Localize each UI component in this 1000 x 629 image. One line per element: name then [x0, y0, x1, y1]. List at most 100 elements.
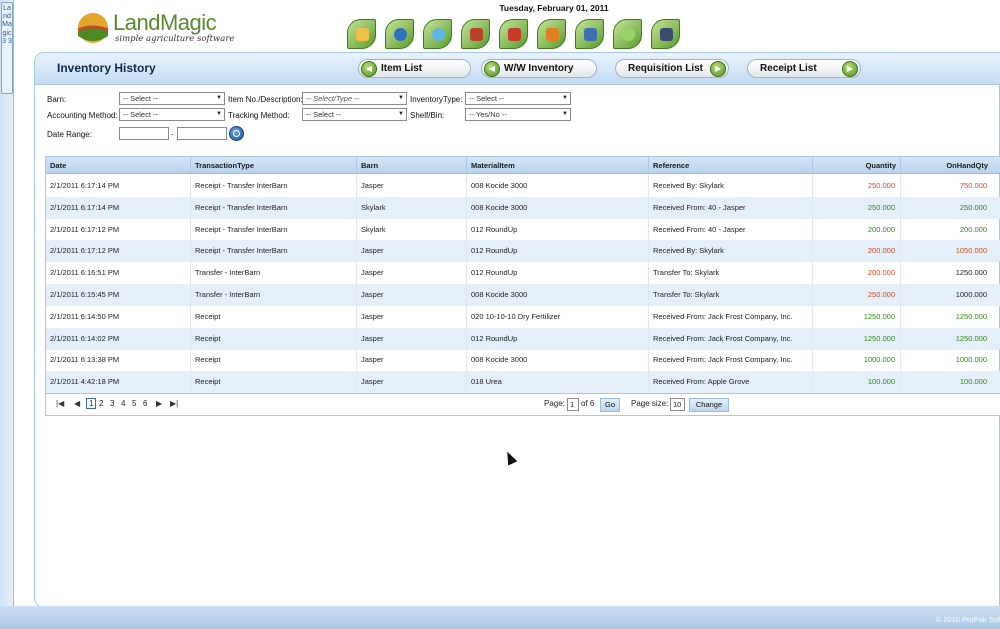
cell-reference: Received By: Skylark [648, 175, 812, 197]
cell-onhand-qty: 1250.000 [900, 327, 992, 350]
cell-barn: Skylark [356, 196, 466, 219]
page-link-5[interactable]: 5 [132, 399, 136, 408]
search-icon[interactable] [229, 126, 244, 141]
cell-reference: Transfer To: Skylark [648, 284, 812, 306]
next-page-icon[interactable]: ▶ [156, 399, 162, 408]
page-link-6[interactable]: 6 [143, 399, 147, 408]
cell-transaction-type: Transfer - InterBarn [190, 284, 356, 306]
cell-material-item: 012 RoundUp [466, 327, 648, 350]
leaf-icon[interactable] [613, 19, 642, 49]
barn-label: Barn: [47, 95, 67, 104]
inventory-type-select[interactable]: -- Select -- ▼ [465, 92, 571, 105]
last-page-icon[interactable]: ▶| [170, 399, 178, 408]
cell-date: 2/1/2011 6:15:45 PM [50, 290, 120, 299]
cell-onhand-qty: 750.000 [900, 175, 992, 197]
table-row[interactable]: 2/1/2011 6:14:02 PM Receipt Jasper 012 Roun… [46, 327, 1000, 350]
header: Tuesday, February 01, 2011 LandMagic sim… [14, 0, 1000, 54]
cell-transaction-type: Receipt [190, 327, 356, 350]
cell-onhand-qty: 250.000 [900, 196, 992, 219]
cell-quantity: 250.000 [812, 175, 900, 197]
panel-header: Inventory History ◀ Item List ◀ W/W Inve… [35, 53, 1000, 85]
inventory-type-label: InventoryType: [410, 95, 463, 104]
change-button[interactable]: Change [689, 398, 729, 412]
cell-date: 2/1/2011 6:16:51 PM [50, 268, 120, 278]
field-icon[interactable] [575, 19, 604, 49]
first-page-icon[interactable]: |◀ [56, 399, 64, 408]
cell-transaction-type: Transfer - InterBarn [190, 262, 356, 285]
table-row[interactable]: 2/1/2011 6:14:50 PM Receipt Jasper 020 10-1… [46, 305, 1000, 328]
cell-quantity: 250.000 [812, 196, 900, 219]
page-number-input[interactable]: 1 [567, 398, 579, 411]
cell-onhand-qty: 1250.000 [900, 262, 992, 285]
cell-barn: Jasper [356, 284, 466, 306]
item-list-button[interactable]: ◀ Item List [358, 59, 471, 78]
date-to-input[interactable] [177, 127, 227, 140]
cell-onhand-qty: 200.000 [900, 218, 992, 241]
item-combobox[interactable]: -- Select/Type -- ▼ [302, 92, 407, 105]
column-header-barn[interactable]: Barn [356, 157, 466, 174]
prev-page-icon[interactable]: ◀ [74, 399, 80, 408]
cell-quantity: 200.000 [812, 262, 900, 285]
water-drop-icon[interactable] [423, 19, 452, 49]
page-title: Inventory History [57, 61, 156, 75]
fruit-icon[interactable] [537, 19, 566, 49]
logo-sun-icon [77, 13, 109, 43]
table-row[interactable]: 2/1/2011 6:17:12 PM Receipt - Transfer In… [46, 218, 1000, 241]
brand-tagline: simple agriculture software [115, 34, 235, 44]
chevron-down-icon: ▼ [216, 95, 222, 101]
cell-quantity: 1000.000 [812, 349, 900, 372]
column-header-quantity[interactable]: Quantity [812, 157, 900, 174]
vegetable-icon[interactable] [347, 19, 376, 49]
barn-icon[interactable] [461, 19, 490, 49]
computer-icon[interactable] [651, 19, 680, 49]
cell-transaction-type: Receipt - Transfer InterBarn [190, 240, 356, 263]
column-header-onhand-qty[interactable]: OnHandQty [900, 157, 992, 174]
page-link-2[interactable]: 2 [99, 399, 103, 408]
cell-transaction-type: Receipt - Transfer InterBarn [190, 218, 356, 241]
page-link-4[interactable]: 4 [121, 399, 125, 408]
cell-barn: Jasper [356, 349, 466, 372]
table-row[interactable]: 2/1/2011 6:17:12 PM Receipt - Transfer In… [46, 240, 1000, 263]
cell-reference: Received By: Skylark [648, 240, 812, 263]
table-row[interactable]: 2/1/2011 4:42:18 PM Receipt Jasper 018 Urea… [46, 371, 1000, 394]
date-separator: - [171, 130, 174, 139]
go-button[interactable]: Go [600, 398, 620, 412]
barn-select[interactable]: -- Select -- ▼ [119, 92, 225, 105]
tracking-method-select[interactable]: -- Select -- ▼ [302, 108, 407, 121]
table-row[interactable]: 2/1/2011 6:17:14 PM Receipt - Transfer In… [46, 196, 1000, 219]
requisition-list-button[interactable]: Requisition List ▶ [615, 59, 729, 78]
arrow-left-icon: ◀ [361, 60, 377, 77]
cell-transaction-type: Receipt [190, 305, 356, 328]
column-header-material-item[interactable]: MaterialItem [466, 157, 648, 174]
column-header-reference[interactable]: Reference [648, 157, 812, 174]
cell-transaction-type: Receipt - Transfer InterBarn [190, 175, 356, 197]
page-link-1[interactable]: 1 [86, 398, 97, 409]
side-strip: LandMagic 3 3 [0, 0, 14, 629]
cell-date: 2/1/2011 6:17:12 PM [50, 224, 120, 234]
cell-quantity: 250.000 [812, 284, 900, 306]
cell-reference: Received From: Jack Frost Company, Inc. [648, 305, 812, 328]
receipt-list-button[interactable]: Receipt List ▶ [747, 59, 861, 78]
table-row[interactable]: 2/1/2011 6:17:14 PM Receipt - Transfer In… [46, 175, 1000, 197]
landmagic-logo[interactable]: LandMagic simple agriculture software [77, 9, 237, 47]
date-from-input[interactable] [119, 127, 169, 140]
side-tab-landmagic[interactable]: LandMagic 3 3 [1, 2, 13, 94]
shelf-bin-select[interactable]: -- Yes/No -- ▼ [465, 108, 571, 121]
chevron-down-icon: ▼ [562, 111, 568, 117]
accounting-method-select[interactable]: -- Select -- ▼ [119, 108, 225, 121]
ww-inventory-button[interactable]: ◀ W/W Inventory [481, 59, 597, 78]
farm-icon[interactable] [499, 19, 528, 49]
cell-material-item: 012 RoundUp [466, 218, 648, 241]
cell-onhand-qty: 1000.000 [900, 284, 992, 306]
page-size-input[interactable]: 10 [670, 398, 685, 411]
inventory-history-grid: Date TransactionType Barn MaterialItem R… [45, 156, 1000, 416]
table-row[interactable]: 2/1/2011 6:13:38 PM Receipt Jasper 008 Koci… [46, 349, 1000, 372]
globe-icon[interactable] [385, 19, 414, 49]
page-link-3[interactable]: 3 [110, 399, 114, 408]
page-count: of 6 [581, 399, 595, 408]
column-header-date[interactable]: Date [46, 157, 190, 174]
table-row[interactable]: 2/1/2011 6:15:45 PM Transfer - InterBarn J… [46, 284, 1000, 306]
column-header-transaction-type[interactable]: TransactionType [190, 157, 356, 174]
table-row[interactable]: 2/1/2011 6:16:51 PM Transfer - InterBarn J… [46, 262, 1000, 285]
copyright-text: © 2010 ProPak Sof [935, 615, 1000, 624]
